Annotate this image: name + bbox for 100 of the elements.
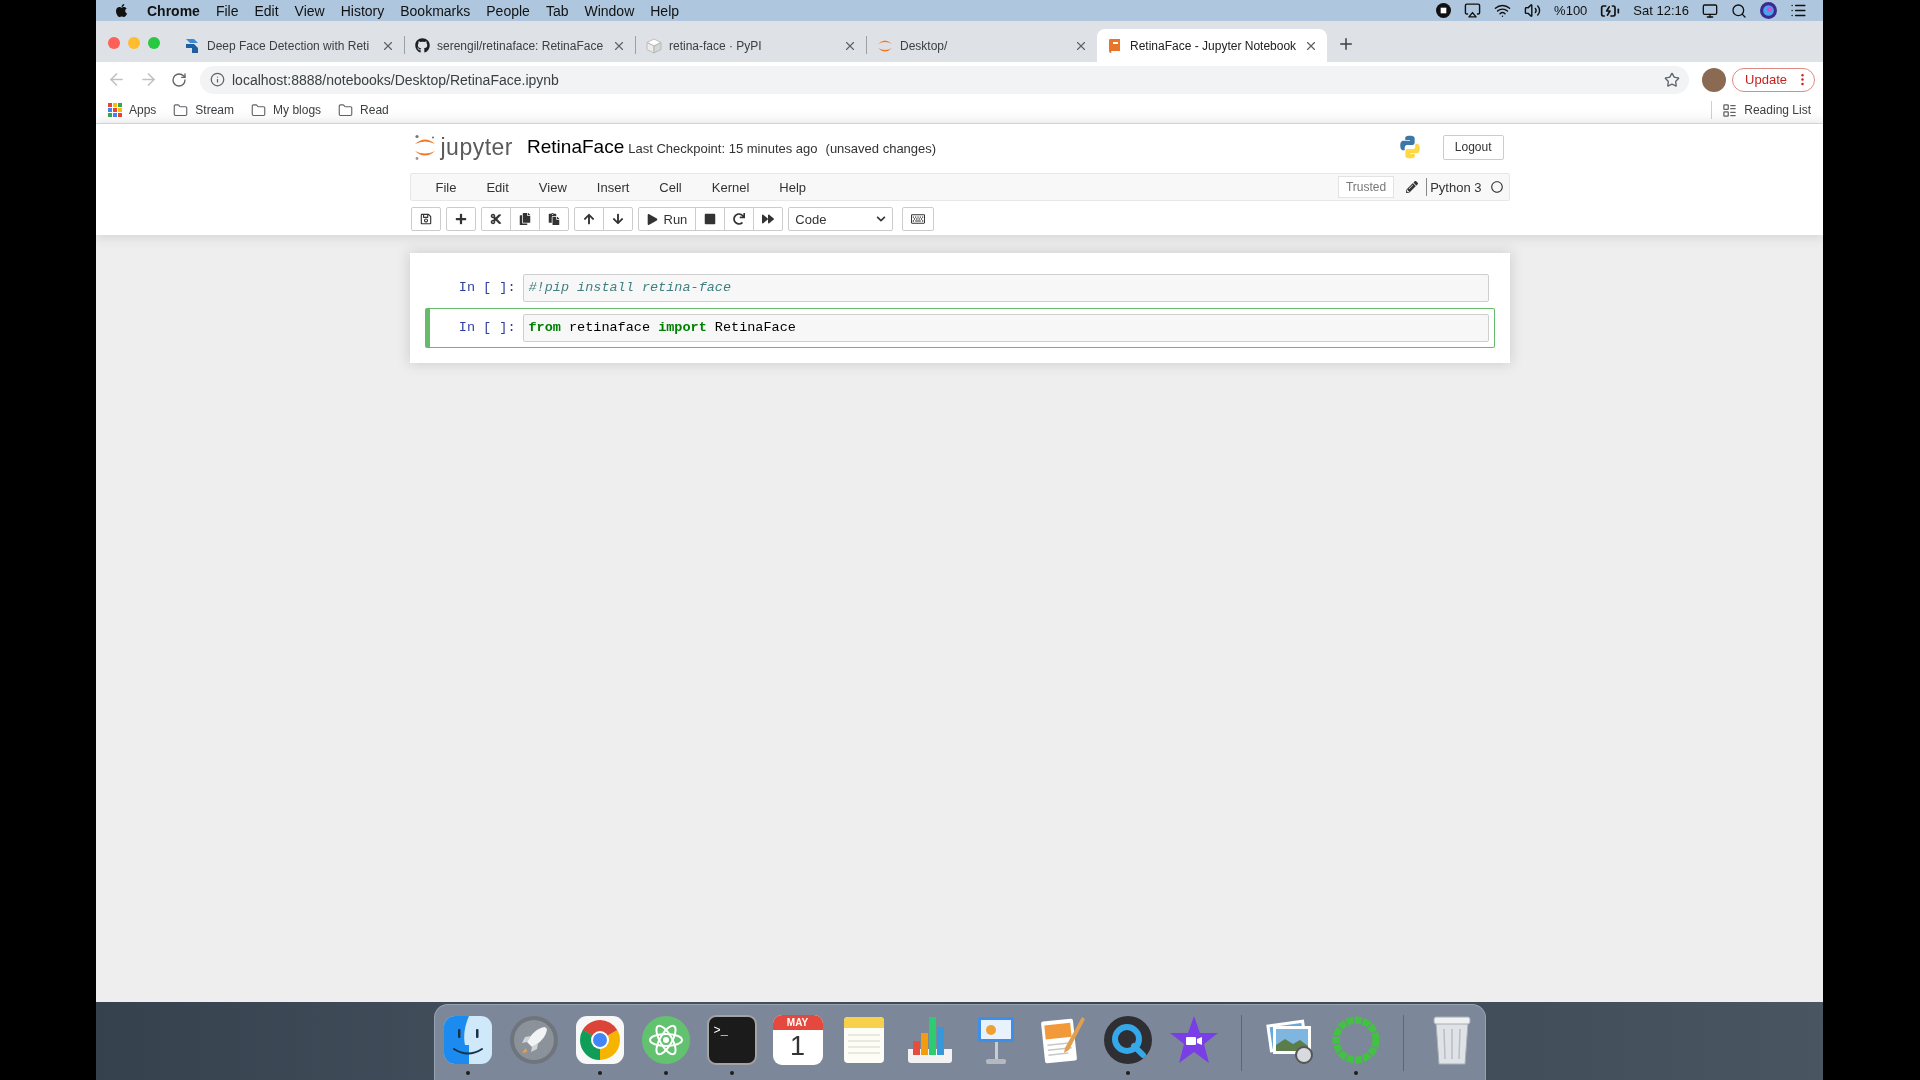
menu-item[interactable]: View: [294, 2, 325, 19]
terminal-tile[interactable]: >_: [706, 1015, 757, 1065]
stop-icon: [704, 213, 717, 225]
trusted-indicator[interactable]: Trusted: [1337, 176, 1395, 198]
star-camera-icon[interactable]: [1168, 1015, 1219, 1065]
new-tab-icon[interactable]: [1337, 35, 1355, 53]
rocket-icon[interactable]: [508, 1015, 559, 1065]
tab-title: RetinaFace - Jupyter Notebook: [1130, 38, 1297, 53]
browser-tab[interactable]: Desktop/: [867, 29, 1097, 62]
bookmark-item[interactable]: Read: [338, 102, 389, 118]
save-button[interactable]: [410, 207, 441, 231]
cube-icon: [646, 37, 662, 54]
book-icon: [1107, 37, 1123, 54]
smiling-face-icon[interactable]: [442, 1015, 493, 1065]
calendar-day: 1: [790, 1030, 805, 1063]
code-input[interactable]: from retinaface import RetinaFace: [522, 314, 1489, 342]
menu-list-icon[interactable]: [1790, 2, 1807, 19]
menu-item[interactable]: Edit: [254, 2, 279, 19]
browser-tab[interactable]: RetinaFace - Jupyter Notebook: [1097, 29, 1327, 62]
move-up-button[interactable]: [573, 207, 604, 231]
arrow-up-icon: [582, 213, 595, 225]
list-icon: [1722, 102, 1738, 118]
menu-item[interactable]: View: [523, 179, 582, 195]
restart-button[interactable]: [724, 207, 755, 231]
address-field[interactable]: localhost:8888/notebooks/Desktop/RetinaFace.ipynb: [200, 65, 1690, 94]
app-menu[interactable]: Chrome: [147, 2, 200, 19]
cell-type-select[interactable]: Code: [788, 207, 894, 231]
arrow-down-icon: [611, 213, 624, 225]
scissors-icon: [489, 213, 502, 225]
url-text: localhost:8888/notebooks/Desktop/RetinaFace.ipynb: [232, 71, 559, 88]
logo-arcs-icon[interactable]: [413, 133, 436, 161]
apps-grid-icon: [108, 103, 122, 117]
screen-cast-icon[interactable]: [1464, 2, 1482, 19]
folder-icon: [338, 102, 354, 118]
bookmark-item[interactable]: My blogs: [251, 102, 322, 118]
folder-icon: [251, 102, 267, 118]
restart-icon: [733, 213, 746, 225]
menu-item[interactable]: Tab: [545, 2, 569, 19]
tab-title: serengil/retinaface: RetinaFace: [437, 38, 605, 53]
menu-item[interactable]: Edit: [471, 179, 524, 195]
add-button[interactable]: [445, 207, 476, 231]
clock: Sat 12:16: [1633, 3, 1689, 18]
cell-prompt: In [ ]:: [458, 280, 516, 295]
copy-icon: [518, 213, 531, 225]
avatar[interactable]: [1702, 67, 1727, 92]
paste-button[interactable]: [538, 207, 569, 231]
code-cell[interactable]: In [ ]: #!pip install retina-face: [424, 268, 1495, 308]
menu-item[interactable]: History: [340, 2, 385, 19]
menu-item[interactable]: People: [486, 2, 530, 19]
menu-item[interactable]: File: [215, 2, 239, 19]
bookmark-star-icon[interactable]: [1664, 71, 1681, 88]
display-icon[interactable]: [1702, 2, 1718, 19]
logout-button[interactable]: Logout: [1442, 134, 1504, 160]
bookmark-item[interactable]: Apps: [108, 103, 157, 117]
menu-item[interactable]: Window: [584, 2, 635, 19]
atom-icon[interactable]: [640, 1015, 691, 1065]
save-icon: [419, 213, 432, 225]
calendar-tile[interactable]: MAY 1: [772, 1015, 823, 1065]
speaker-icon[interactable]: [1524, 2, 1542, 19]
pencil-icon[interactable]: [1406, 181, 1419, 193]
browser-tab[interactable]: retina-face · PyPI: [636, 29, 866, 62]
logo-icon: [184, 37, 200, 54]
notebook-name[interactable]: RetinaFace: [527, 136, 625, 158]
logo-wordmark[interactable]: jupyter: [440, 133, 514, 161]
orb-icon[interactable]: [1760, 2, 1777, 19]
browser-tab[interactable]: Deep Face Detection with Reti: [174, 29, 404, 62]
cut-button[interactable]: [480, 207, 511, 231]
menu-item[interactable]: Help: [650, 2, 680, 19]
menu-item[interactable]: Cell: [644, 179, 697, 195]
menu-item[interactable]: Kernel: [696, 179, 765, 195]
magnifier-ring-icon[interactable]: [1102, 1015, 1153, 1065]
menu-item[interactable]: Insert: [581, 179, 645, 195]
search-icon[interactable]: [1731, 2, 1747, 19]
code-cell[interactable]: In [ ]: from retinaface import RetinaFace: [424, 308, 1495, 348]
bookmark-item[interactable]: Stream: [173, 102, 235, 118]
apple-icon[interactable]: [114, 3, 129, 18]
caret-icon: [876, 214, 887, 224]
info-icon: [210, 72, 225, 87]
plus-icon: [454, 213, 467, 225]
tab-title: Desktop/: [900, 38, 949, 53]
folder-icon: [173, 102, 189, 118]
paste-icon: [547, 213, 560, 225]
record-stop-icon[interactable]: [1436, 3, 1452, 18]
menu-item[interactable]: File: [420, 179, 472, 195]
cat-icon: [415, 38, 430, 53]
wifi-icon[interactable]: [1494, 2, 1512, 19]
move-down-button[interactable]: [602, 207, 633, 231]
reading-list-button[interactable]: Reading List: [1711, 101, 1811, 119]
browser-tab[interactable]: serengil/retinaface: RetinaFace: [405, 29, 635, 62]
run-button[interactable]: Run: [637, 207, 697, 231]
code-input[interactable]: #!pip install retina-face: [522, 274, 1489, 302]
reload-icon[interactable]: [171, 71, 187, 88]
keyboard-button[interactable]: [902, 207, 935, 231]
menu-item[interactable]: Help: [764, 179, 822, 195]
copy-button[interactable]: [509, 207, 540, 231]
kernel-name[interactable]: Python 3: [1430, 179, 1482, 195]
run-all-button[interactable]: [753, 207, 784, 231]
menu-item[interactable]: Bookmarks: [400, 2, 471, 19]
stop-button[interactable]: [695, 207, 726, 231]
color-wheel-icon[interactable]: [574, 1015, 625, 1065]
